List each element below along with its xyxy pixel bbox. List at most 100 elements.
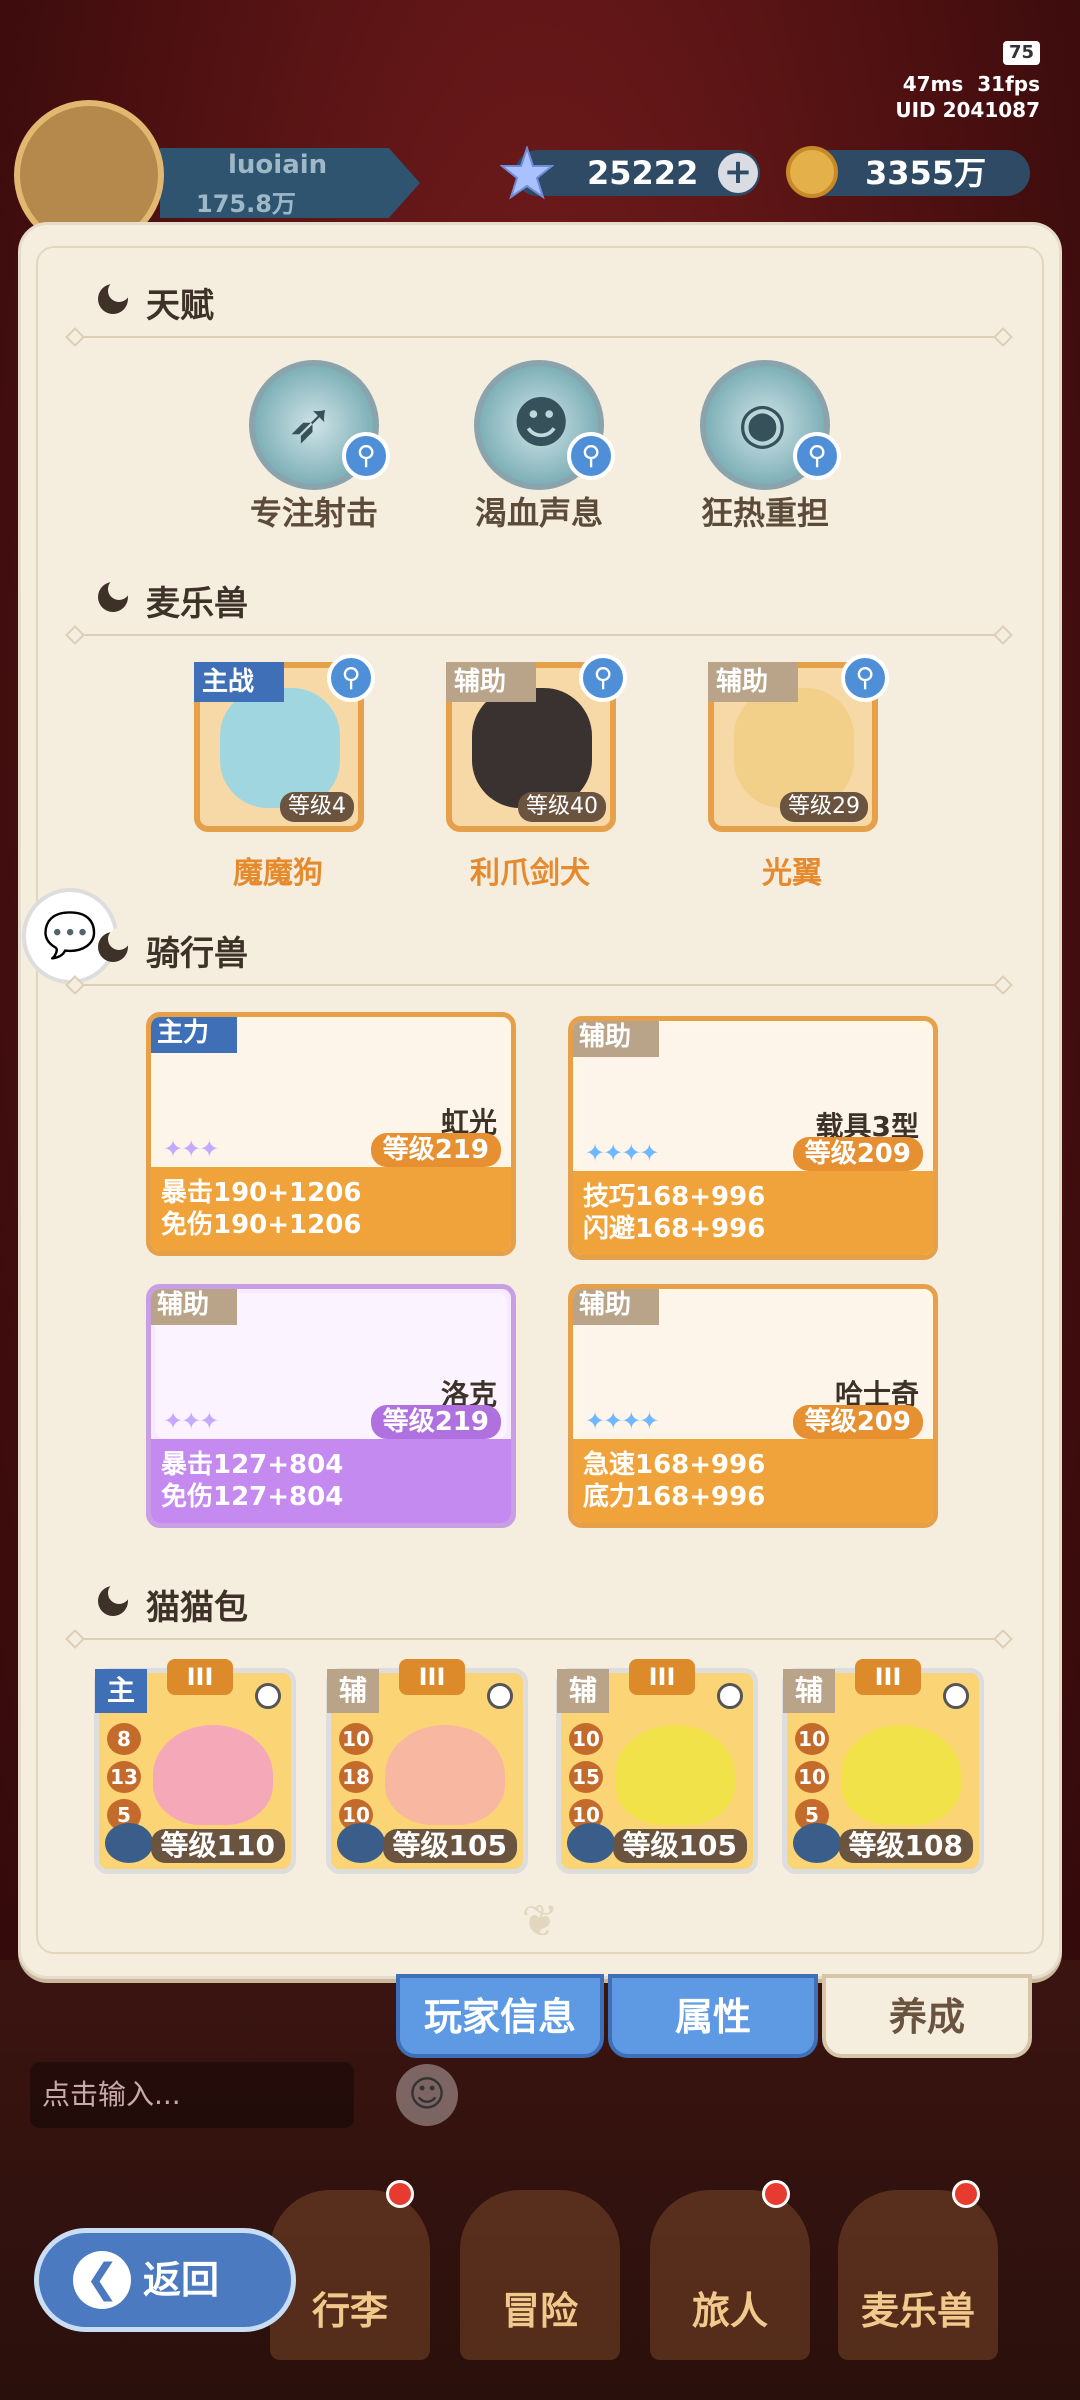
pet-portrait bbox=[734, 688, 854, 808]
mount-card-4[interactable]: 辅助 哈士奇 ✦✦✦✦ 等级209 急速168+996 底力168+996 bbox=[568, 1284, 938, 1528]
section-title-mounts: 骑行兽 bbox=[98, 926, 248, 975]
divider bbox=[72, 1638, 1006, 1640]
magnifier-icon[interactable]: ⚲ bbox=[793, 432, 841, 480]
cat-stat: 10 bbox=[339, 1723, 373, 1755]
cat-tier: III bbox=[399, 1659, 465, 1695]
notification-dot bbox=[952, 2180, 980, 2208]
pet-name: 利爪剑犬 bbox=[470, 856, 590, 891]
divider bbox=[72, 634, 1006, 636]
coin-icon bbox=[786, 146, 838, 198]
magnifier-icon[interactable]: ⚲ bbox=[342, 432, 390, 480]
status-area: 75 47ms 31fps UID 2041087 bbox=[890, 38, 1040, 123]
lock-icon bbox=[487, 1683, 513, 1709]
tab-cultivate[interactable]: 养成 bbox=[822, 1974, 1032, 2058]
mount-stat: 暴击190+1206 bbox=[161, 1178, 362, 1208]
mount-card-1[interactable]: 主力 虹光 ✦✦✦ 等级219 暴击190+1206 免伤190+1206 bbox=[146, 1012, 516, 1256]
add-gems-button[interactable]: + bbox=[718, 153, 758, 193]
cat-card-1[interactable]: 主 III 8 13 5 等级110 bbox=[94, 1659, 296, 1874]
tab-player-info[interactable]: 玩家信息 bbox=[396, 1974, 604, 2058]
cat-role-tag: 主 bbox=[95, 1669, 147, 1713]
notification-dot bbox=[762, 2180, 790, 2208]
mount-card-2[interactable]: 辅助 载具3型 ✦✦✦✦ 等级209 技巧168+996 闪避168+996 bbox=[568, 1016, 938, 1260]
fps-text: 31fps bbox=[977, 72, 1040, 96]
section-title-talent: 天赋 bbox=[98, 278, 214, 327]
section-title-cats: 猫猫包 bbox=[98, 1580, 248, 1629]
mount-role-tag: 辅助 bbox=[573, 1289, 659, 1325]
stars-icon: ✦✦✦✦ bbox=[585, 1139, 659, 1167]
pet-role-tag: 辅助 bbox=[446, 662, 536, 702]
mount-card-3[interactable]: 辅助 洛克 ✦✦✦ 等级219 暴击127+804 免伤127+804 bbox=[146, 1284, 516, 1528]
nav-traveler[interactable]: 旅人 bbox=[650, 2190, 810, 2360]
talent-label-1: 专注射击 bbox=[249, 494, 378, 532]
cat-card-4[interactable]: 辅 III 10 10 5 等级108 bbox=[782, 1659, 984, 1874]
uid-text: UID 2041087 bbox=[895, 98, 1040, 122]
mount-level: 等级209 bbox=[792, 1137, 923, 1171]
emoji-icon[interactable]: ☺ bbox=[396, 2064, 458, 2126]
cat-tier: III bbox=[167, 1659, 233, 1695]
cat-stat: 13 bbox=[107, 1761, 141, 1793]
paw-icon bbox=[793, 1823, 841, 1863]
mount-role-tag: 辅助 bbox=[573, 1021, 659, 1057]
stars-icon: ✦✦✦ bbox=[163, 1407, 219, 1435]
section-title-pets: 麦乐兽 bbox=[98, 576, 248, 625]
drop-ghost-icon: ☻ bbox=[512, 391, 571, 456]
magnifier-icon[interactable]: ⚲ bbox=[327, 654, 375, 702]
mount-role-tag: 主力 bbox=[151, 1017, 237, 1053]
divider bbox=[72, 336, 1006, 338]
paw-icon bbox=[567, 1823, 615, 1863]
gem-icon bbox=[500, 146, 554, 200]
cat-role-tag: 辅 bbox=[327, 1669, 379, 1713]
stars-icon: ✦✦✦✦ bbox=[585, 1407, 659, 1435]
chat-input[interactable]: 点击输入... bbox=[30, 2062, 354, 2128]
magnifier-icon[interactable]: ⚲ bbox=[579, 654, 627, 702]
cat-role-tag: 辅 bbox=[557, 1669, 609, 1713]
divider bbox=[72, 984, 1006, 986]
cat-portrait bbox=[385, 1725, 505, 1825]
nav-adventure[interactable]: 冒险 bbox=[460, 2190, 620, 2360]
pet-level: 等级4 bbox=[280, 792, 354, 822]
ping-text: 47ms bbox=[902, 72, 964, 96]
stars-icon: ✦✦✦ bbox=[163, 1135, 219, 1163]
pet-name: 魔魔狗 bbox=[233, 856, 323, 891]
cat-stat: 10 bbox=[795, 1761, 829, 1793]
mount-role-tag: 辅助 bbox=[151, 1289, 237, 1325]
tab-attributes[interactable]: 属性 bbox=[608, 1974, 818, 2058]
bow-icon: ➶ bbox=[287, 391, 334, 456]
panel-ornament-icon: ❦ bbox=[521, 1896, 559, 1947]
cat-tier: III bbox=[855, 1659, 921, 1695]
paw-icon bbox=[105, 1823, 153, 1863]
player-name: luoiain bbox=[228, 150, 328, 180]
nav-pets[interactable]: 麦乐兽 bbox=[838, 2190, 998, 2360]
cat-tier: III bbox=[629, 1659, 695, 1695]
battery-icon: 75 bbox=[1002, 41, 1040, 65]
cat-portrait bbox=[841, 1725, 961, 1825]
mount-level: 等级219 bbox=[370, 1133, 501, 1167]
paw-icon bbox=[337, 1823, 385, 1863]
magnifier-icon[interactable]: ⚲ bbox=[567, 432, 615, 480]
cat-card-3[interactable]: 辅 III 10 15 10 等级105 bbox=[556, 1659, 758, 1874]
notification-dot bbox=[386, 2180, 414, 2208]
pet-portrait bbox=[220, 688, 340, 808]
mount-stat: 免伤127+804 bbox=[161, 1482, 344, 1512]
mount-level: 等级219 bbox=[370, 1405, 501, 1439]
lock-icon bbox=[255, 1683, 281, 1709]
talent-label-3: 狂热重担 bbox=[700, 494, 829, 532]
cat-level: 等级108 bbox=[838, 1829, 973, 1863]
pet-level: 等级40 bbox=[518, 792, 606, 822]
mount-stat: 底力168+996 bbox=[583, 1482, 766, 1512]
cat-card-2[interactable]: 辅 III 10 18 10 等级105 bbox=[326, 1659, 528, 1874]
pet-name: 光翼 bbox=[762, 856, 822, 891]
cat-stat: 15 bbox=[569, 1761, 603, 1793]
magnifier-icon[interactable]: ⚲ bbox=[841, 654, 889, 702]
lock-icon bbox=[943, 1683, 969, 1709]
cat-portrait bbox=[615, 1725, 735, 1825]
mount-stat: 闪避168+996 bbox=[583, 1214, 766, 1244]
mount-stat: 技巧168+996 bbox=[583, 1182, 766, 1212]
back-button[interactable]: ❮ 返回 bbox=[34, 2228, 296, 2332]
talent-label-2: 渴血声息 bbox=[474, 494, 603, 532]
back-arrow-icon: ❮ bbox=[73, 2251, 131, 2309]
cat-level: 等级105 bbox=[612, 1829, 747, 1863]
cat-level: 等级110 bbox=[150, 1829, 285, 1863]
cat-stat: 10 bbox=[569, 1723, 603, 1755]
mount-stat: 暴击127+804 bbox=[161, 1450, 344, 1480]
